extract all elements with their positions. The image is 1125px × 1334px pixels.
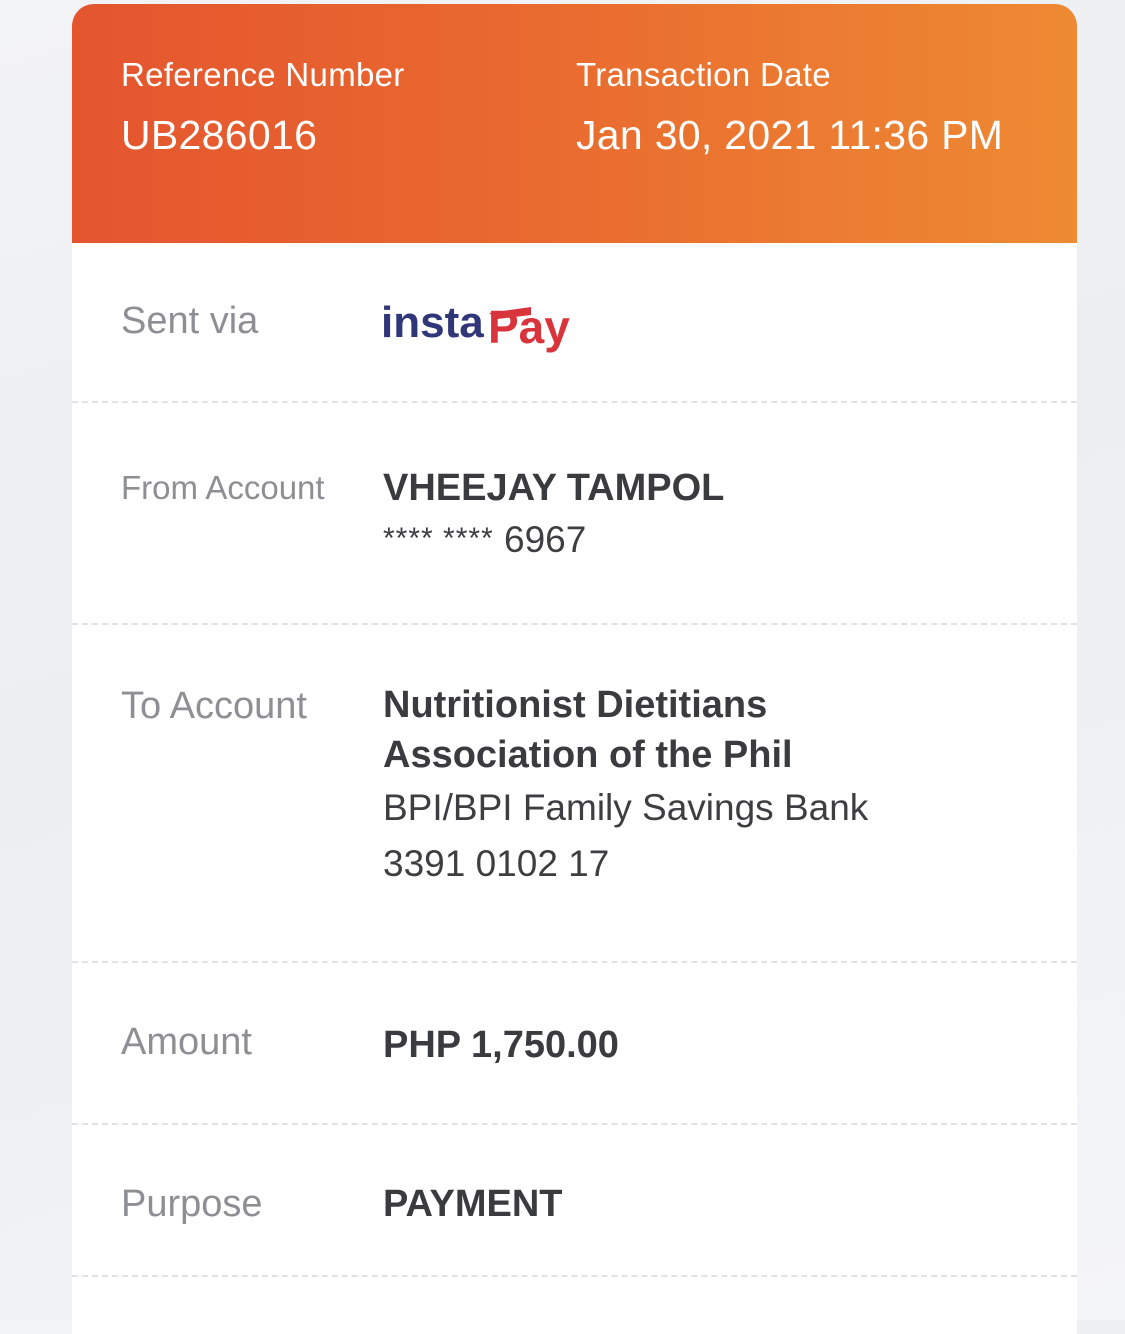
purpose-value-wrap: PAYMENT xyxy=(383,1179,562,1229)
transaction-date-value: Jan 30, 2021 11:36 PM xyxy=(576,112,1004,158)
to-account-label: To Account xyxy=(121,685,307,727)
sent-via-row: Sent via insta Pay xyxy=(72,243,1077,403)
from-account-details: VHEEJAY TAMPOL **** **** 6967 xyxy=(383,463,724,561)
to-account-bank: BPI/BPI Family Savings Bank xyxy=(383,787,869,828)
from-account-label: From Account xyxy=(121,469,325,506)
to-account-name-line2: Association of the Phil xyxy=(383,734,793,776)
transaction-receipt-card: Reference Number UB286016 Transaction Da… xyxy=(72,4,1077,1334)
from-account-row: From Account VHEEJAY TAMPOL **** **** 69… xyxy=(72,403,1077,625)
receipt-header: Reference Number UB286016 Transaction Da… xyxy=(72,4,1077,243)
reference-number-value: UB286016 xyxy=(121,112,318,158)
purpose-label: Purpose xyxy=(121,1183,263,1225)
amount-row: Amount PHP 1,750.00 xyxy=(72,963,1077,1125)
amount-value-wrap: PHP 1,750.00 xyxy=(383,1020,619,1070)
instapay-logo: insta Pay xyxy=(381,293,601,362)
transaction-date-label: Transaction Date xyxy=(576,56,831,93)
to-account-name-line1: Nutritionist Dietitians xyxy=(383,684,768,726)
purpose-value: PAYMENT xyxy=(383,1183,563,1225)
to-account-row: To Account Nutritionist Dietitians Assoc… xyxy=(72,625,1077,963)
from-account-number: **** **** 6967 xyxy=(383,519,724,561)
instapay-logo-pay: Pay xyxy=(488,301,570,353)
purpose-row: Purpose PAYMENT xyxy=(72,1125,1077,1277)
to-account-details: Nutritionist Dietitians Association of t… xyxy=(383,680,868,892)
amount-value: PHP 1,750.00 xyxy=(383,1024,619,1066)
from-account-mask: **** **** xyxy=(383,522,494,555)
from-account-name: VHEEJAY TAMPOL xyxy=(383,467,725,509)
instapay-logo-graphic: insta Pay xyxy=(381,298,570,353)
from-account-last-digits: 6967 xyxy=(504,519,587,560)
reference-number-label: Reference Number xyxy=(121,56,405,93)
instapay-logo-insta: insta xyxy=(381,298,484,347)
amount-label: Amount xyxy=(121,1021,252,1063)
sent-via-label: Sent via xyxy=(121,300,259,342)
to-account-number: 3391 0102 17 xyxy=(383,843,610,884)
